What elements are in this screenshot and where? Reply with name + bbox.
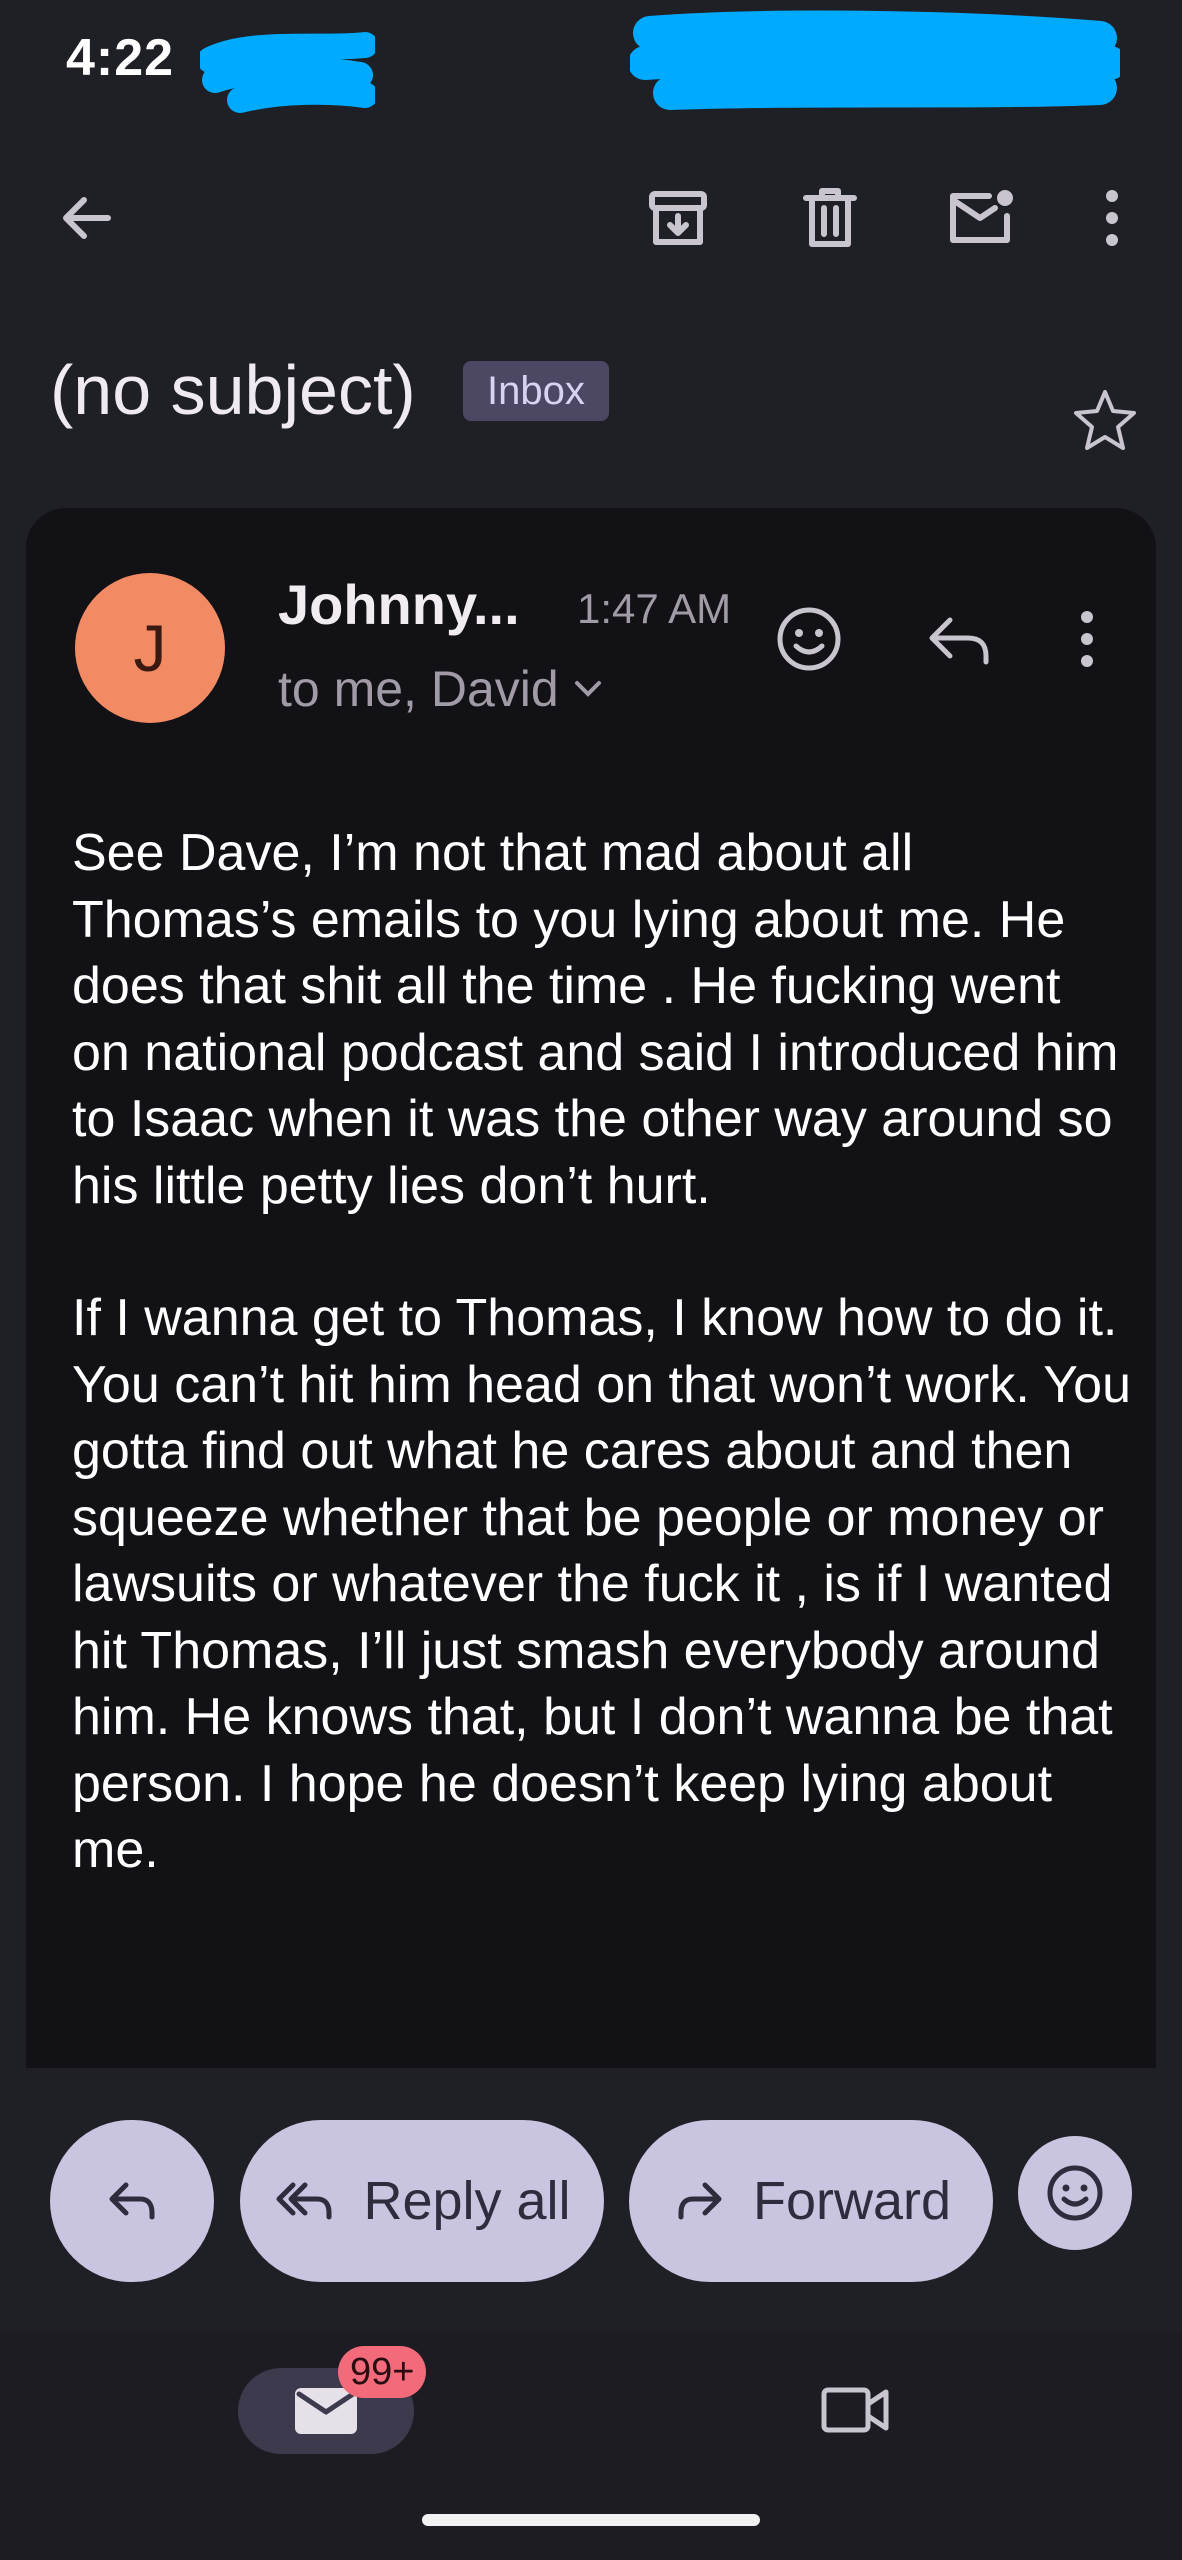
reply-all-label: Reply all (363, 2171, 571, 2231)
meet-tab[interactable] (816, 2370, 896, 2450)
forward-label: Forward (752, 2171, 952, 2231)
message-more-icon[interactable] (1062, 594, 1112, 684)
redaction-scribble (630, 10, 1120, 110)
reply-all-button[interactable]: Reply all (240, 2120, 604, 2282)
body-paragraph: If I wanna get to Thomas, I know how to … (72, 1289, 1132, 1879)
message-time: 1:47 AM (577, 585, 732, 632)
inbox-label-badge[interactable]: Inbox (463, 361, 609, 421)
forward-button[interactable]: Forward (629, 2120, 993, 2282)
trash-icon[interactable] (790, 178, 870, 258)
reply-icon[interactable] (914, 594, 1004, 684)
home-indicator[interactable] (422, 2514, 760, 2526)
chevron-down-icon (574, 681, 601, 697)
emoji-icon (1047, 2165, 1103, 2221)
redaction-scribble (200, 32, 375, 113)
recipients-line[interactable]: to me, David (278, 660, 605, 718)
mark-unread-icon[interactable] (940, 178, 1020, 258)
sender-name[interactable]: Johnny... (278, 572, 520, 637)
back-arrow-icon[interactable] (46, 178, 126, 258)
video-camera-icon (821, 2387, 889, 2433)
star-icon[interactable] (1060, 375, 1150, 465)
status-time: 4:22 (66, 29, 175, 87)
reply-button[interactable] (50, 2120, 214, 2282)
recipients-text: to me, David (278, 661, 559, 717)
reply-icon (109, 2182, 155, 2220)
email-body: See Dave, I’m not that mad about all Tho… (72, 820, 1132, 1950)
more-vert-icon[interactable] (1072, 178, 1152, 258)
archive-icon[interactable] (638, 178, 718, 258)
react-button[interactable] (1018, 2136, 1132, 2250)
forward-icon (678, 2182, 722, 2220)
body-paragraph: See Dave, I’m not that mad about all Tho… (72, 824, 1119, 1215)
reply-all-icon (276, 2182, 332, 2220)
add-reaction-icon[interactable] (764, 594, 854, 684)
email-subject: (no subject) (50, 351, 416, 429)
unread-count-badge: 99+ (338, 2346, 427, 2398)
sender-avatar[interactable]: J (75, 573, 225, 723)
